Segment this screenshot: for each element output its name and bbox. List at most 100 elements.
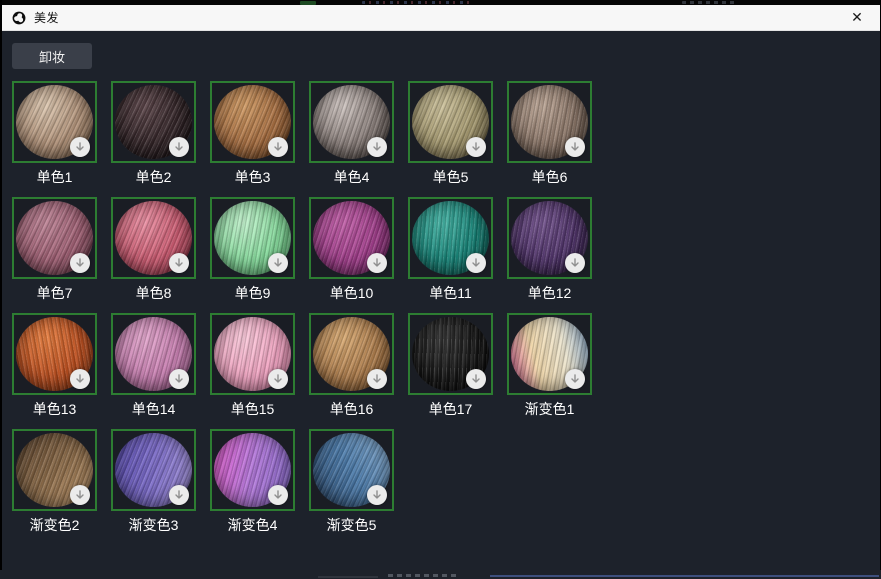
download-button[interactable] — [466, 369, 486, 389]
hair-color-tile-4[interactable]: 单色4 — [309, 81, 394, 186]
hair-swatch-cell — [309, 429, 394, 511]
hair-swatch-cell — [309, 313, 394, 395]
download-button[interactable] — [565, 369, 585, 389]
hair-style-dialog: 美发 ✕ 卸妆 单色1 单色2 — [0, 0, 881, 579]
hair-swatch-cell — [111, 197, 196, 279]
download-arrow-icon — [74, 373, 86, 385]
hair-color-label: 单色16 — [309, 400, 394, 418]
hair-color-tile-16[interactable]: 单色16 — [309, 313, 394, 418]
hair-swatch-cell — [408, 197, 493, 279]
download-arrow-icon — [173, 141, 185, 153]
hair-color-tile-7[interactable]: 单色7 — [12, 197, 97, 302]
download-button[interactable] — [466, 253, 486, 273]
hair-swatch-cell — [210, 429, 295, 511]
background-artifact — [318, 576, 378, 578]
dialog-titlebar: 美发 ✕ — [2, 5, 880, 31]
download-button[interactable] — [169, 253, 189, 273]
hair-color-tile-13[interactable]: 单色13 — [12, 313, 97, 418]
hair-swatch-cell — [309, 81, 394, 163]
download-button[interactable] — [367, 485, 387, 505]
download-arrow-icon — [371, 141, 383, 153]
download-arrow-icon — [569, 373, 581, 385]
hair-color-tile-6[interactable]: 单色6 — [507, 81, 592, 186]
download-button[interactable] — [565, 253, 585, 273]
download-arrow-icon — [569, 257, 581, 269]
hair-color-label: 单色1 — [12, 168, 97, 186]
download-button[interactable] — [169, 137, 189, 157]
download-button[interactable] — [70, 485, 90, 505]
download-button[interactable] — [367, 369, 387, 389]
download-arrow-icon — [371, 257, 383, 269]
download-button[interactable] — [268, 485, 288, 505]
hair-swatch-cell — [210, 197, 295, 279]
download-arrow-icon — [173, 257, 185, 269]
dialog-title: 美发 — [34, 9, 59, 26]
download-arrow-icon — [272, 489, 284, 501]
hair-color-label: 单色11 — [408, 284, 493, 302]
download-button[interactable] — [367, 137, 387, 157]
hair-color-label: 单色17 — [408, 400, 493, 418]
download-arrow-icon — [272, 257, 284, 269]
hair-color-tile-2[interactable]: 单色2 — [111, 81, 196, 186]
download-button[interactable] — [169, 369, 189, 389]
hair-color-label: 单色14 — [111, 400, 196, 418]
hair-color-tile-11[interactable]: 单色11 — [408, 197, 493, 302]
download-arrow-icon — [74, 489, 86, 501]
hair-color-tile-5[interactable]: 单色5 — [408, 81, 493, 186]
hair-color-label: 单色9 — [210, 284, 295, 302]
hair-color-label: 单色4 — [309, 168, 394, 186]
hair-color-tile-17[interactable]: 单色17 — [408, 313, 493, 418]
hair-color-label: 单色6 — [507, 168, 592, 186]
hair-color-tile-15[interactable]: 单色15 — [210, 313, 295, 418]
download-button[interactable] — [367, 253, 387, 273]
hair-swatch-cell — [507, 313, 592, 395]
window-border-left — [0, 0, 2, 579]
hair-color-tile-9[interactable]: 单色9 — [210, 197, 295, 302]
hair-color-label: 单色12 — [507, 284, 592, 302]
hair-swatch-cell — [408, 81, 493, 163]
download-button[interactable] — [268, 253, 288, 273]
hair-swatch-cell — [111, 429, 196, 511]
hair-color-tile-18[interactable]: 渐变色1 — [507, 313, 592, 418]
hair-color-tile-3[interactable]: 单色3 — [210, 81, 295, 186]
hair-swatch-cell — [210, 313, 295, 395]
hair-swatch-cell — [309, 197, 394, 279]
hair-color-label: 单色8 — [111, 284, 196, 302]
background-app-bottom-strip — [0, 570, 881, 579]
download-button[interactable] — [565, 137, 585, 157]
hair-swatch-cell — [12, 197, 97, 279]
hair-swatch-cell — [408, 313, 493, 395]
download-button[interactable] — [70, 137, 90, 157]
download-arrow-icon — [272, 373, 284, 385]
remove-makeup-button[interactable]: 卸妆 — [12, 43, 92, 69]
download-arrow-icon — [74, 141, 86, 153]
hair-color-tile-19[interactable]: 渐变色2 — [12, 429, 97, 534]
download-arrow-icon — [470, 373, 482, 385]
hair-swatch-cell — [12, 81, 97, 163]
close-button[interactable]: ✕ — [846, 7, 868, 29]
download-button[interactable] — [70, 253, 90, 273]
download-button[interactable] — [70, 369, 90, 389]
download-button[interactable] — [268, 137, 288, 157]
hair-swatch-cell — [111, 313, 196, 395]
download-button[interactable] — [169, 485, 189, 505]
download-arrow-icon — [173, 373, 185, 385]
background-artifact — [388, 574, 458, 577]
hair-color-label: 渐变色4 — [210, 516, 295, 534]
hair-color-label: 单色2 — [111, 168, 196, 186]
hair-swatch-cell — [12, 429, 97, 511]
download-button[interactable] — [466, 137, 486, 157]
hair-color-tile-10[interactable]: 单色10 — [309, 197, 394, 302]
hair-color-label: 单色3 — [210, 168, 295, 186]
download-button[interactable] — [268, 369, 288, 389]
hair-color-label: 渐变色3 — [111, 516, 196, 534]
hair-color-tile-1[interactable]: 单色1 — [12, 81, 97, 186]
hair-color-tile-8[interactable]: 单色8 — [111, 197, 196, 302]
hair-color-tile-22[interactable]: 渐变色5 — [309, 429, 394, 534]
hair-color-tile-20[interactable]: 渐变色3 — [111, 429, 196, 534]
hair-color-label: 单色5 — [408, 168, 493, 186]
hair-swatch-cell — [507, 81, 592, 163]
hair-color-tile-12[interactable]: 单色12 — [507, 197, 592, 302]
hair-color-tile-14[interactable]: 单色14 — [111, 313, 196, 418]
hair-color-tile-21[interactable]: 渐变色4 — [210, 429, 295, 534]
